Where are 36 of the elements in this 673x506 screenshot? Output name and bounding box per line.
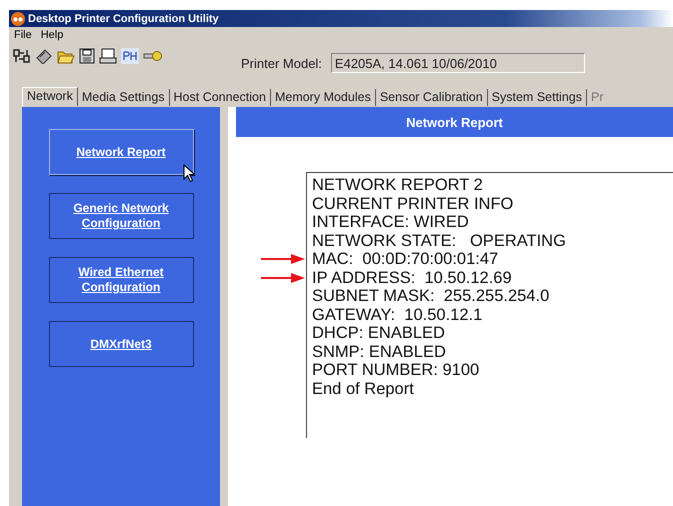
tab[interactable]: Sensor Calibration — [376, 89, 488, 106]
report-header: Network Report — [236, 107, 673, 137]
tab[interactable]: Network — [22, 87, 78, 106]
report-line: End of Report — [312, 380, 414, 398]
report-line: INTERFACE: WIRED — [312, 213, 469, 231]
tab[interactable]: Memory Modules — [270, 89, 376, 106]
field-label: Printer Model: — [241, 56, 322, 70]
report-line: NETWORK STATE: OPERATING — [312, 232, 566, 250]
printer-model-field[interactable]: E4205A, 14.061 10/06/2010 — [330, 53, 585, 73]
report-line: PORT NUMBER: 9100 — [312, 361, 480, 379]
tab[interactable]: Media Settings — [78, 89, 170, 106]
sidebar-button[interactable]: Wired Ethernet Configuration — [48, 257, 194, 303]
ph-icon[interactable] — [121, 48, 139, 64]
report-line: GATEWAY: 10.50.12.1 — [312, 306, 482, 324]
arrow-icon — [261, 253, 305, 266]
mouse-cursor-icon — [182, 164, 194, 182]
key-icon[interactable] — [143, 48, 163, 64]
sidebar-button[interactable]: Generic Network Configuration — [48, 193, 194, 239]
report-line: CURRENT PRINTER INFO — [312, 194, 514, 212]
report-line: SUBNET MASK: 255.255.254.0 — [312, 287, 550, 305]
tab[interactable]: Host Connection — [170, 89, 271, 106]
tab[interactable]: System Settings — [488, 89, 587, 106]
report-line: MAC: 00:0D:70:00:01:47 — [312, 250, 498, 268]
connection-icon[interactable] — [13, 48, 31, 64]
window-title: Desktop Printer Configuration Utility — [28, 12, 219, 24]
menu-item[interactable]: Help — [40, 29, 64, 44]
arrow-icon — [261, 272, 305, 284]
save-icon[interactable] — [79, 48, 95, 64]
report-line: IP ADDRESS: 10.50.12.69 — [312, 268, 512, 286]
report-line: DHCP: ENABLED — [312, 324, 445, 342]
sidebar-button[interactable]: DMXrfNet3 — [48, 321, 194, 367]
report-line: NETWORK REPORT 2 — [312, 176, 483, 194]
app-logo-icon — [11, 12, 25, 26]
printer-icon[interactable] — [99, 48, 117, 64]
report-line: SNMP: ENABLED — [312, 342, 446, 360]
menu-item[interactable]: File — [14, 29, 32, 44]
